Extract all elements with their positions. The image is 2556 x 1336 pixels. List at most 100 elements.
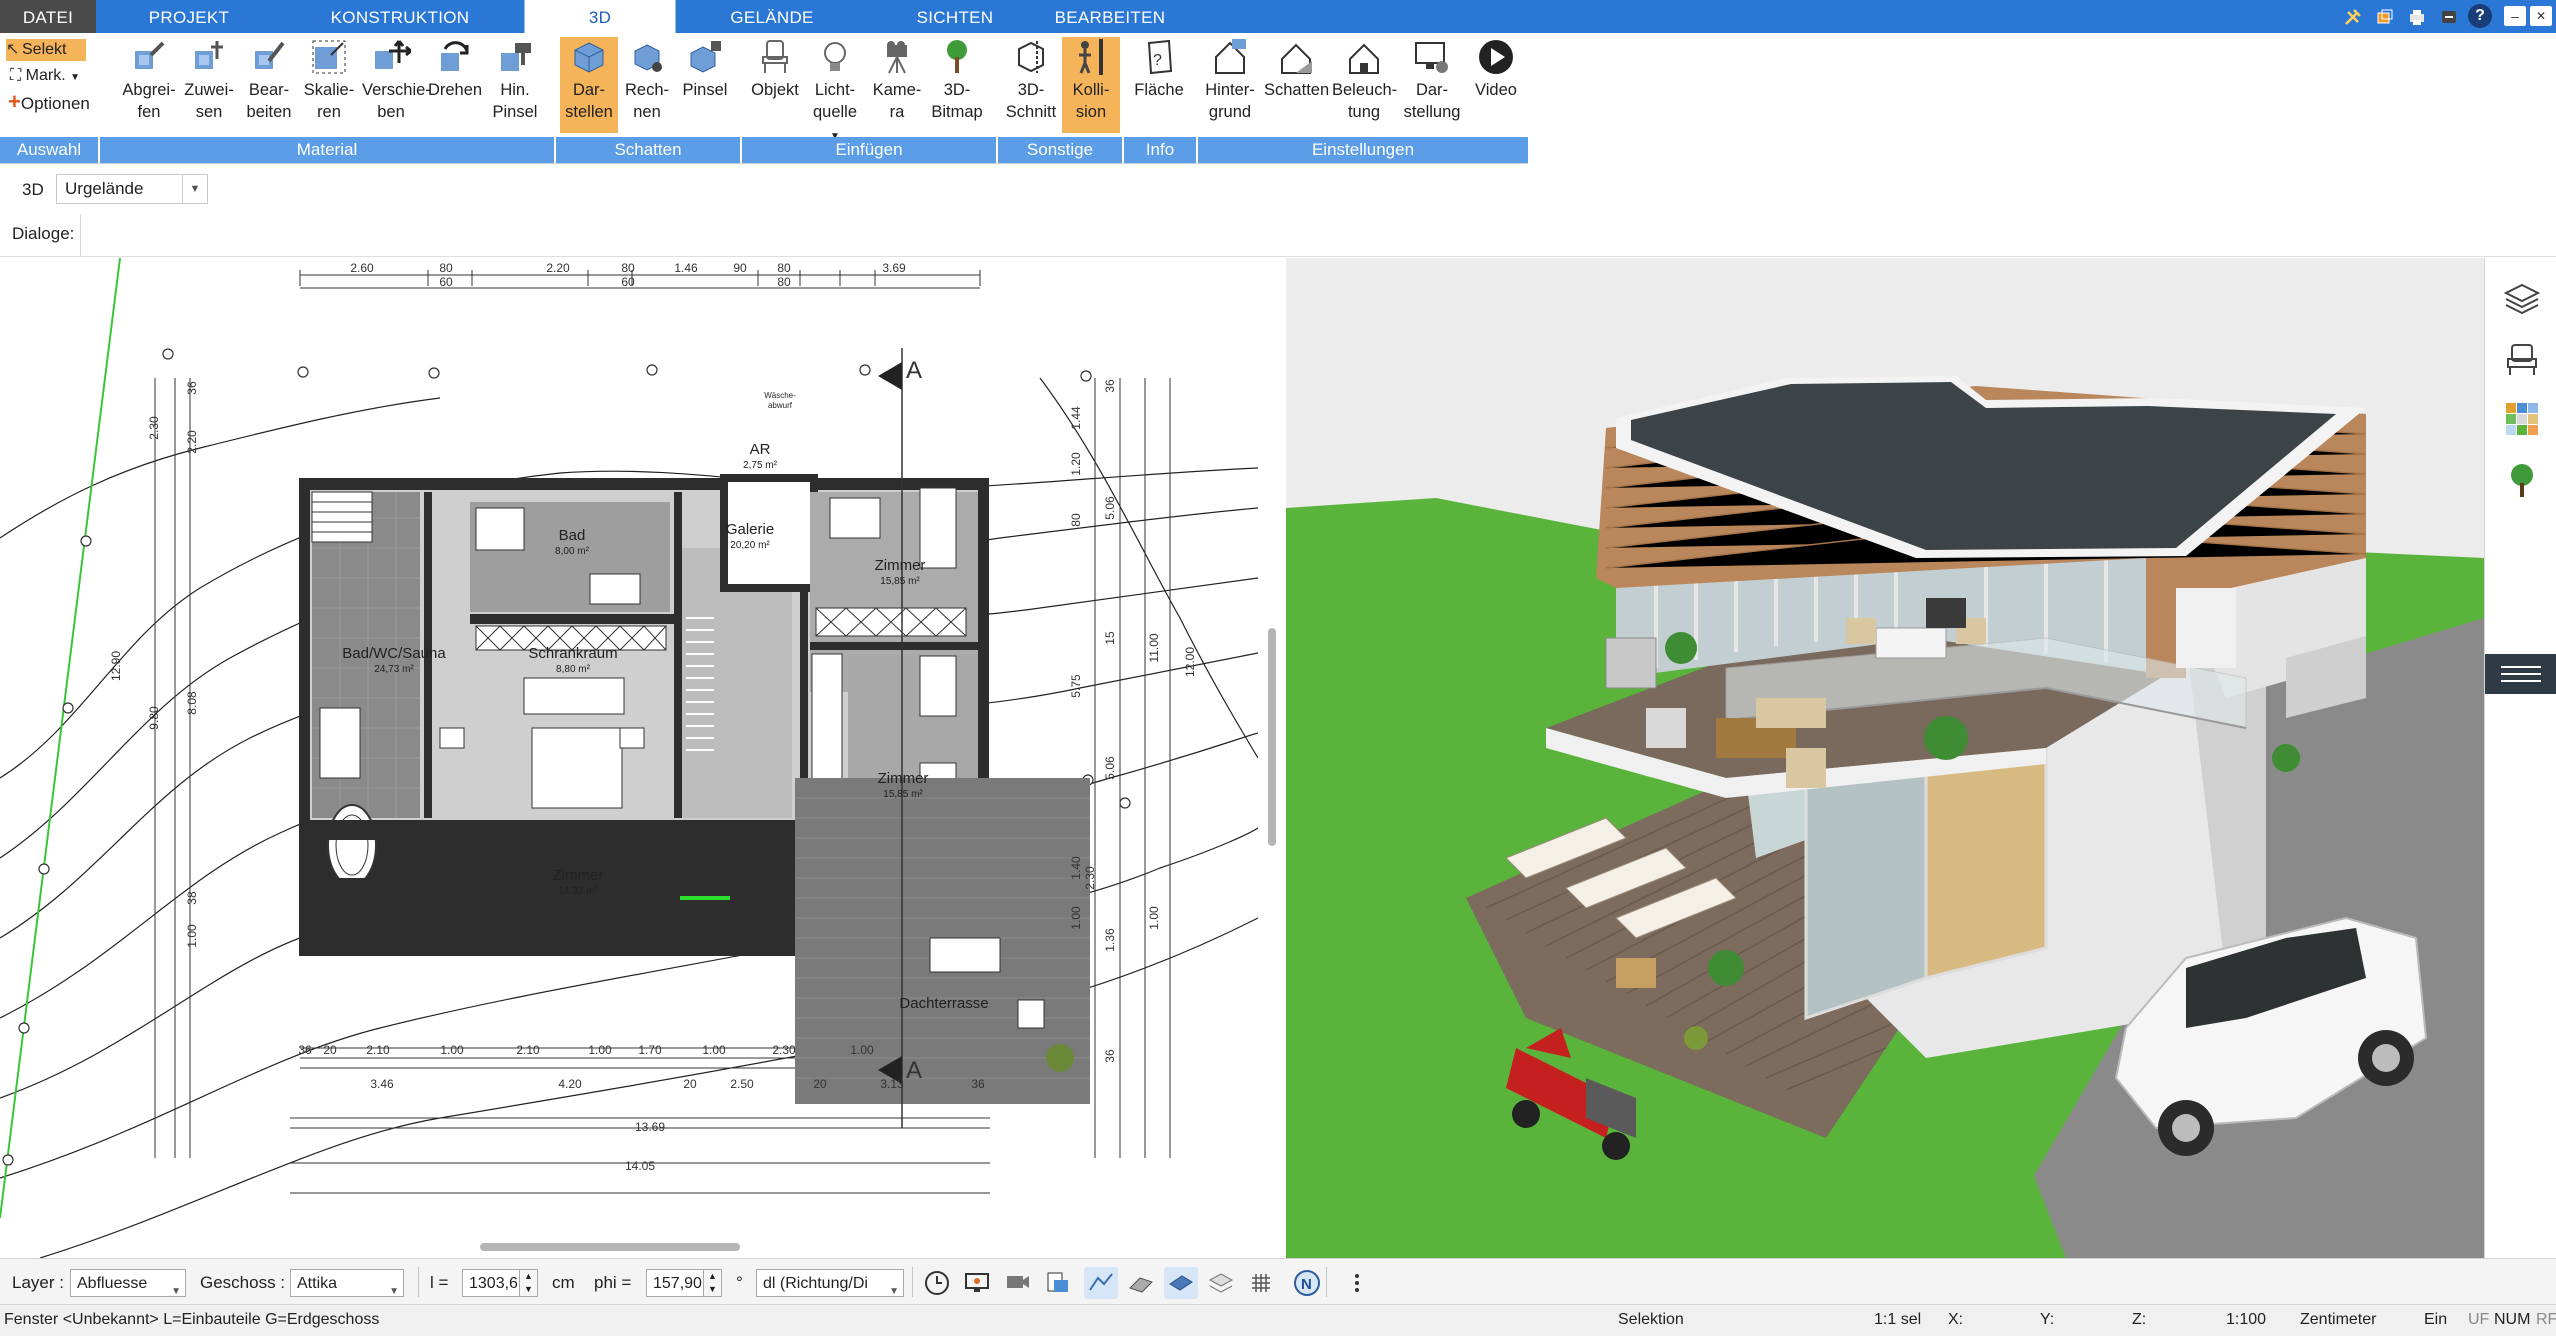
pinsel-label-1: Pinsel [682, 81, 728, 99]
chevron-down-icon: ▼ [389, 1286, 399, 1297]
tab-datei[interactable]: DATEI [0, 0, 96, 33]
geschoss-select[interactable]: Attika ▼ [290, 1269, 404, 1297]
tree-icon[interactable] [2499, 458, 2545, 504]
terrain-mesh-icon[interactable] [1084, 1267, 1118, 1299]
hintergrund-button[interactable]: Hinter-grund [1198, 37, 1262, 133]
tab-konstruktion[interactable]: KONSTRUKTION [318, 0, 482, 33]
selekt-button[interactable]: ↖ Selekt [6, 39, 86, 61]
bitmap-label-1: 3D- [943, 81, 971, 99]
north-icon[interactable]: N [1290, 1267, 1324, 1299]
direction-select[interactable]: dl (Richtung/Di ▼ [756, 1269, 904, 1297]
section-mark-bottom: A [906, 1057, 922, 1084]
dimension-label: 20 [683, 1077, 697, 1091]
svg-text:?: ? [1153, 52, 1162, 69]
schatten-pinsel-button[interactable]: Pinsel [676, 37, 734, 133]
mark-button[interactable]: ⛶ Mark. ▼ [10, 65, 80, 89]
zuweisen-button[interactable]: Zuwei-sen [180, 37, 238, 133]
room-name: Zimmer [878, 770, 929, 787]
flaeche-button[interactable]: ? Fläche [1130, 37, 1188, 133]
skalieren-button[interactable]: Skalie-ren [300, 37, 358, 133]
monitor-icon[interactable] [960, 1267, 994, 1299]
tab-bearbeiten[interactable]: BEARBEITEN [1050, 0, 1170, 33]
more-options-icon[interactable] [1340, 1267, 1374, 1299]
phi-input[interactable]: 157,90 [646, 1269, 704, 1297]
3d-render-canvas[interactable] [1286, 258, 2484, 1258]
chevron-down-icon: ▼ [182, 175, 207, 203]
floor-plan-view[interactable]: 2.6080602.2080601.469080803.69 [0, 258, 1259, 1258]
dropdown-arrow-icon: ▼ [70, 72, 81, 83]
material-palette-icon[interactable] [2499, 396, 2545, 442]
chair-icon[interactable] [2499, 336, 2545, 382]
plan-scrollbar-area[interactable] [1258, 258, 1286, 1258]
group-label-einstellungen: Einstellungen [1198, 137, 1528, 163]
hamburger-menu-button[interactable] [2485, 654, 2556, 694]
tab-projekt[interactable]: PROJEKT [130, 0, 248, 33]
camera-view-icon[interactable] [1000, 1267, 1034, 1299]
floor-plan-canvas[interactable]: 2.60 80602.20 80601.46 90 80803.69 A A B… [0, 258, 1258, 1258]
dimension-label: 36 [1103, 379, 1117, 393]
kamera-button[interactable]: Kame-ra [868, 37, 926, 133]
verschieben-label-1: Verschie- [362, 81, 431, 99]
length-stepper[interactable]: ▲ ▼ [520, 1269, 538, 1297]
clock-icon[interactable] [920, 1267, 954, 1299]
optionen-button[interactable]: +Optionen [8, 91, 90, 115]
verschieben-button[interactable]: Verschie-ben [362, 37, 431, 133]
rotate-icon [433, 37, 477, 77]
lichtquelle-button[interactable]: Licht-quelle ▼ [806, 37, 864, 142]
undo-icon[interactable] [2436, 4, 2462, 30]
3d-view[interactable] [1286, 258, 2484, 1258]
right-sidebar [2484, 258, 2556, 1258]
darstellung-button[interactable]: Dar-stellung [1400, 37, 1464, 133]
hintergrund-label-1: Hinter- [1205, 81, 1255, 99]
video-button[interactable]: Video [1466, 37, 1526, 133]
room-area: 8,80 m² [556, 664, 591, 675]
minimize-icon[interactable]: – [2504, 6, 2526, 26]
kollision-button[interactable]: Kolli-sion [1062, 37, 1120, 133]
hinpinsel-button[interactable]: Hin. Pinsel [486, 37, 544, 133]
bitmap-button[interactable]: 3D- Bitmap [928, 37, 986, 133]
tools-icon[interactable] [2340, 4, 2366, 30]
section-mark-top: A [906, 357, 922, 384]
room-name: Zimmer [875, 557, 926, 574]
dimension-label: 13.69 [635, 1120, 665, 1134]
dimension-label: 2.50 [730, 1077, 754, 1091]
schatten-darstellen-button[interactable]: Dar-stellen [560, 37, 618, 133]
chevron-down-icon: ▼ [171, 1286, 181, 1297]
plus-icon: + [8, 89, 21, 114]
help-icon[interactable]: ? [2468, 4, 2492, 28]
status-rf: RF [2536, 1311, 2556, 1328]
vertical-scrollbar-thumb[interactable] [1268, 628, 1276, 846]
tab-gelaende[interactable]: GELÄNDE [712, 0, 832, 33]
abgreifen-button[interactable]: Abgrei-fen [120, 37, 178, 133]
schnitt-button[interactable]: 3D- Schnitt [1002, 37, 1060, 133]
darstellung-label-1: Dar- [1415, 81, 1449, 99]
dimension-label: 36 [1103, 1049, 1117, 1063]
einstellungen-schatten-button[interactable]: Schatten [1264, 37, 1329, 133]
close-icon[interactable]: ✕ [2530, 6, 2552, 26]
schatten-rechnen-button[interactable]: Rech-nen [618, 37, 676, 133]
objekt-button[interactable]: Objekt [746, 37, 804, 133]
beleuchtung-button[interactable]: Beleuch-tung [1332, 37, 1397, 133]
status-num: NUM [2494, 1311, 2531, 1328]
plane-icon[interactable] [1164, 1267, 1198, 1299]
rechnen-label-2: nen [633, 103, 661, 121]
phi-stepper[interactable]: ▲ ▼ [704, 1269, 722, 1297]
tab-sichten[interactable]: SICHTEN [900, 0, 1010, 33]
monitor-settings-icon [1410, 37, 1454, 77]
hatch-icon[interactable] [1124, 1267, 1158, 1299]
layers-icon[interactable] [2499, 276, 2545, 322]
bearbeiten-button[interactable]: Bear-beiten [240, 37, 298, 133]
grid-icon[interactable] [1244, 1267, 1278, 1299]
phi-value: 157,90 [653, 1275, 702, 1292]
room-name: Galerie [726, 521, 774, 538]
layers-flat-icon[interactable] [1204, 1267, 1238, 1299]
window-restore-icon[interactable] [2372, 4, 2398, 30]
length-input[interactable]: 1303,6 [462, 1269, 520, 1297]
print-icon[interactable] [2404, 4, 2430, 30]
layer-select[interactable]: Abfluesse ▼ [70, 1269, 186, 1297]
tab-3d[interactable]: 3D [524, 0, 676, 33]
terrain-select[interactable]: Urgelände ▼ [56, 174, 208, 204]
print-preview-icon[interactable] [1040, 1267, 1074, 1299]
drehen-button[interactable]: Drehen [426, 37, 484, 133]
cursor-icon: ↖ [6, 41, 20, 58]
